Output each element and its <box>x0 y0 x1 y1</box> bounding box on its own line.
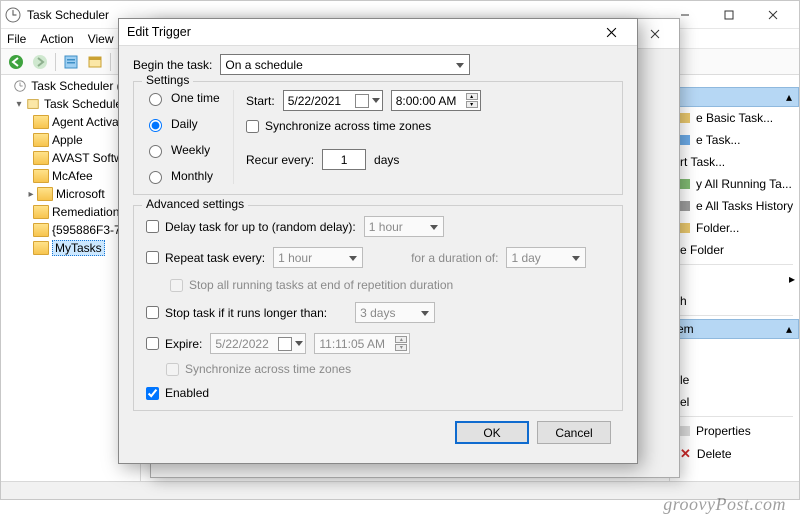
enabled-checkbox[interactable]: Enabled <box>146 386 209 400</box>
nav-back-button[interactable] <box>5 51 27 73</box>
action-item[interactable]: le <box>670 369 799 391</box>
schedule-radio-group: One time Daily Weekly Monthly <box>144 90 234 184</box>
advanced-legend: Advanced settings <box>142 197 248 211</box>
edit-trigger-dialog: Edit Trigger Begin the task: On a schedu… <box>118 18 638 464</box>
action-item[interactable]: el <box>670 391 799 413</box>
action-properties[interactable]: Properties <box>670 420 799 442</box>
expire-checkbox[interactable]: Expire: <box>146 337 202 351</box>
expire-sync-checkbox: Synchronize across time zones <box>166 362 351 376</box>
start-label: Start: <box>246 94 275 108</box>
menu-view[interactable]: View <box>88 32 114 46</box>
stop-all-checkbox: Stop all running tasks at end of repetit… <box>170 278 453 292</box>
action-delete[interactable]: ✕Delete <box>670 442 799 466</box>
stop-if-longer-checkbox[interactable]: Stop task if it runs longer than: <box>146 306 327 320</box>
action-item[interactable]: e Basic Task... <box>670 107 799 129</box>
delete-icon: ✕ <box>680 446 691 462</box>
library-icon <box>25 97 41 111</box>
watermark: groovyPost.com <box>663 494 786 515</box>
recur-unit: days <box>374 153 399 167</box>
expire-date-picker[interactable]: 5/22/2022 <box>210 333 306 354</box>
action-item[interactable]: ▸ <box>670 268 799 290</box>
folder-icon <box>33 241 49 255</box>
app-icon <box>5 7 21 23</box>
delay-duration-select[interactable]: 1 hour <box>364 216 444 237</box>
toolbar-action-1[interactable] <box>60 51 82 73</box>
settings-group: Settings One time Daily Weekly Monthly <box>133 81 623 195</box>
actions-selected-header: em▴ <box>670 319 799 339</box>
folder-icon <box>33 133 49 147</box>
begin-task-label: Begin the task: <box>133 58 212 72</box>
calendar-icon <box>278 337 292 351</box>
expire-time-spinner[interactable]: 11:11:05 AM ▴▾ <box>314 333 410 354</box>
repeat-duration-label: for a duration of: <box>411 251 498 265</box>
radio-monthly[interactable]: Monthly <box>144 168 225 184</box>
cancel-button[interactable]: Cancel <box>537 421 611 444</box>
chevron-up-icon[interactable]: ▴ <box>466 93 478 100</box>
ok-button[interactable]: OK <box>455 421 529 444</box>
settings-legend: Settings <box>142 73 193 87</box>
chevron-down-icon <box>295 341 303 346</box>
stop-if-longer-select[interactable]: 3 days <box>355 302 435 323</box>
maximize-button[interactable] <box>707 1 751 29</box>
collapse-icon[interactable]: ▴ <box>786 90 792 104</box>
clock-icon <box>12 79 28 93</box>
action-item[interactable]: Folder... <box>670 217 799 239</box>
delay-checkbox[interactable]: Delay task for up to (random delay): <box>146 220 356 234</box>
actions-header: ▴ <box>670 87 799 107</box>
folder-icon <box>33 205 49 219</box>
sync-timezones-checkbox[interactable]: Synchronize across time zones <box>246 119 431 133</box>
chevron-up-icon[interactable]: ▴ <box>395 336 407 343</box>
chevron-down-icon[interactable]: ▾ <box>466 101 478 108</box>
menu-action[interactable]: Action <box>40 32 73 46</box>
folder-icon <box>33 115 49 129</box>
dialog-title: Edit Trigger <box>127 25 593 39</box>
recur-label: Recur every: <box>246 153 314 167</box>
actions-pane: ▴ e Basic Task... e Task... rt Task... y… <box>669 75 799 481</box>
menu-file[interactable]: File <box>7 32 26 46</box>
folder-icon <box>33 223 49 237</box>
action-item[interactable]: rt Task... <box>670 151 799 173</box>
dialog-footer: OK Cancel <box>133 411 623 456</box>
collapse-icon[interactable]: ▴ <box>786 322 792 336</box>
chevron-down-icon[interactable]: ▾ <box>395 344 407 351</box>
action-item[interactable]: e Folder <box>670 239 799 261</box>
begin-task-select[interactable]: On a schedule <box>220 54 470 75</box>
folder-icon <box>33 169 49 183</box>
dialog-close-button[interactable] <box>593 19 629 45</box>
start-time-spinner[interactable]: 8:00:00 AM ▴▾ <box>391 90 481 111</box>
action-item[interactable]: y All Running Ta... <box>670 173 799 195</box>
recur-days-input[interactable]: 1 <box>322 149 366 170</box>
back-dialog-close[interactable] <box>637 21 673 47</box>
action-item[interactable]: e All Tasks History <box>670 195 799 217</box>
radio-daily[interactable]: Daily <box>144 116 225 132</box>
repeat-interval-select[interactable]: 1 hour <box>273 247 363 268</box>
action-item[interactable]: e Task... <box>670 129 799 151</box>
folder-icon <box>37 187 53 201</box>
calendar-icon <box>355 94 369 108</box>
advanced-settings-group: Advanced settings Delay task for up to (… <box>133 205 623 411</box>
folder-icon <box>33 151 49 165</box>
chevron-down-icon <box>372 98 380 103</box>
app-title: Task Scheduler <box>27 8 109 22</box>
toolbar-action-2[interactable] <box>84 51 106 73</box>
action-item[interactable]: h <box>670 290 799 312</box>
dialog-titlebar: Edit Trigger <box>119 19 637 46</box>
radio-weekly[interactable]: Weekly <box>144 142 225 158</box>
close-button[interactable] <box>751 1 795 29</box>
radio-one-time[interactable]: One time <box>144 90 225 106</box>
start-date-picker[interactable]: 5/22/2021 <box>283 90 383 111</box>
nav-forward-button[interactable] <box>29 51 51 73</box>
repeat-checkbox[interactable]: Repeat task every: <box>146 251 265 265</box>
repeat-duration-select[interactable]: 1 day <box>506 247 586 268</box>
